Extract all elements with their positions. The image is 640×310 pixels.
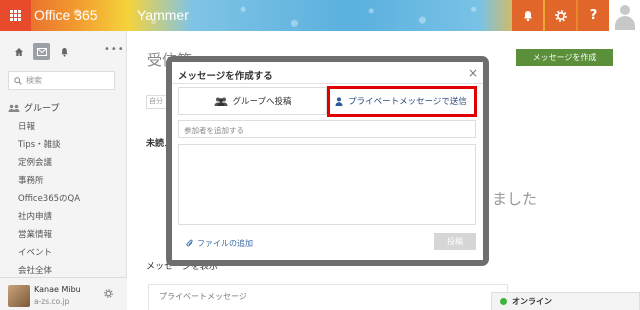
- message-body-textarea[interactable]: [178, 144, 476, 225]
- groups-heading-label: グループ: [24, 104, 60, 114]
- tab-post-to-group[interactable]: グループへ投稿: [178, 87, 327, 115]
- settings-gear-icon[interactable]: [104, 289, 113, 301]
- sidebar-item[interactable]: 事務所: [18, 174, 80, 192]
- sidebar-item[interactable]: Tips・雑談: [18, 138, 80, 156]
- search-icon: [14, 76, 22, 85]
- close-icon[interactable]: ×: [468, 66, 478, 80]
- sidebar-item[interactable]: Office365のQA: [18, 192, 80, 210]
- search-input[interactable]: 検索: [8, 71, 115, 90]
- home-icon[interactable]: [10, 43, 27, 60]
- add-participants-input[interactable]: 参加者を追加する: [178, 120, 476, 138]
- group-list: 日報 Tips・雑談 定例会議 事務所 Office365のQA 社内申請 営業…: [18, 120, 80, 282]
- highlight-box: [327, 86, 477, 117]
- modal-title: メッセージを作成する: [178, 71, 273, 82]
- user-name[interactable]: Kanae Mibu: [34, 285, 81, 294]
- compose-message-button[interactable]: メッセージを作成: [516, 49, 613, 66]
- attach-file-link[interactable]: ファイルの追加: [186, 238, 253, 249]
- waffle-icon[interactable]: [0, 0, 31, 31]
- app-name[interactable]: Yammer: [137, 7, 189, 23]
- sidebar: ••• 検索 グループ 日報 Tips・雑談 定例会議 事務所 Office36…: [0, 31, 127, 310]
- sidebar-item[interactable]: 日報: [18, 120, 80, 138]
- help-icon[interactable]: ?: [578, 0, 609, 31]
- online-status-bar[interactable]: オンライン: [491, 292, 640, 310]
- groups-icon: [214, 97, 227, 106]
- groups-icon: [8, 104, 20, 112]
- sidebar-item[interactable]: 社内申請: [18, 210, 80, 228]
- user-domain: a-zs.co.jp: [34, 297, 70, 306]
- app-title[interactable]: Office 365: [34, 7, 98, 23]
- empty-state-text: ました: [492, 190, 538, 208]
- groups-heading[interactable]: グループ: [8, 101, 59, 114]
- user-footer: Kanae Mibu a-zs.co.jp: [0, 277, 127, 310]
- top-bar: Office 365 Yammer ?: [0, 0, 640, 31]
- avatar[interactable]: [8, 285, 30, 307]
- gear-icon[interactable]: [545, 0, 576, 31]
- sidebar-item[interactable]: 営業情報: [18, 228, 80, 246]
- online-label: オンライン: [512, 297, 552, 306]
- user-icon[interactable]: [609, 0, 640, 31]
- private-message-item[interactable]: プライベートメッセージ: [148, 284, 508, 310]
- more-icon[interactable]: •••: [104, 44, 125, 55]
- online-dot-icon: [500, 298, 507, 305]
- sidebar-item[interactable]: 定例会議: [18, 156, 80, 174]
- bell-icon[interactable]: [512, 0, 543, 31]
- post-button[interactable]: 投稿: [434, 233, 476, 250]
- search-placeholder: 検索: [26, 76, 42, 85]
- mail-icon[interactable]: [33, 43, 50, 60]
- tab-group-label: グループへ投稿: [232, 97, 292, 107]
- filter-select[interactable]: 自分: [146, 95, 168, 109]
- modal-divider: [172, 83, 483, 84]
- paperclip-icon: [186, 239, 193, 247]
- sidebar-nav-icons: [10, 43, 73, 60]
- notification-icon[interactable]: [56, 43, 73, 60]
- sidebar-item[interactable]: イベント: [18, 246, 80, 264]
- attach-file-label: ファイルの追加: [197, 239, 253, 248]
